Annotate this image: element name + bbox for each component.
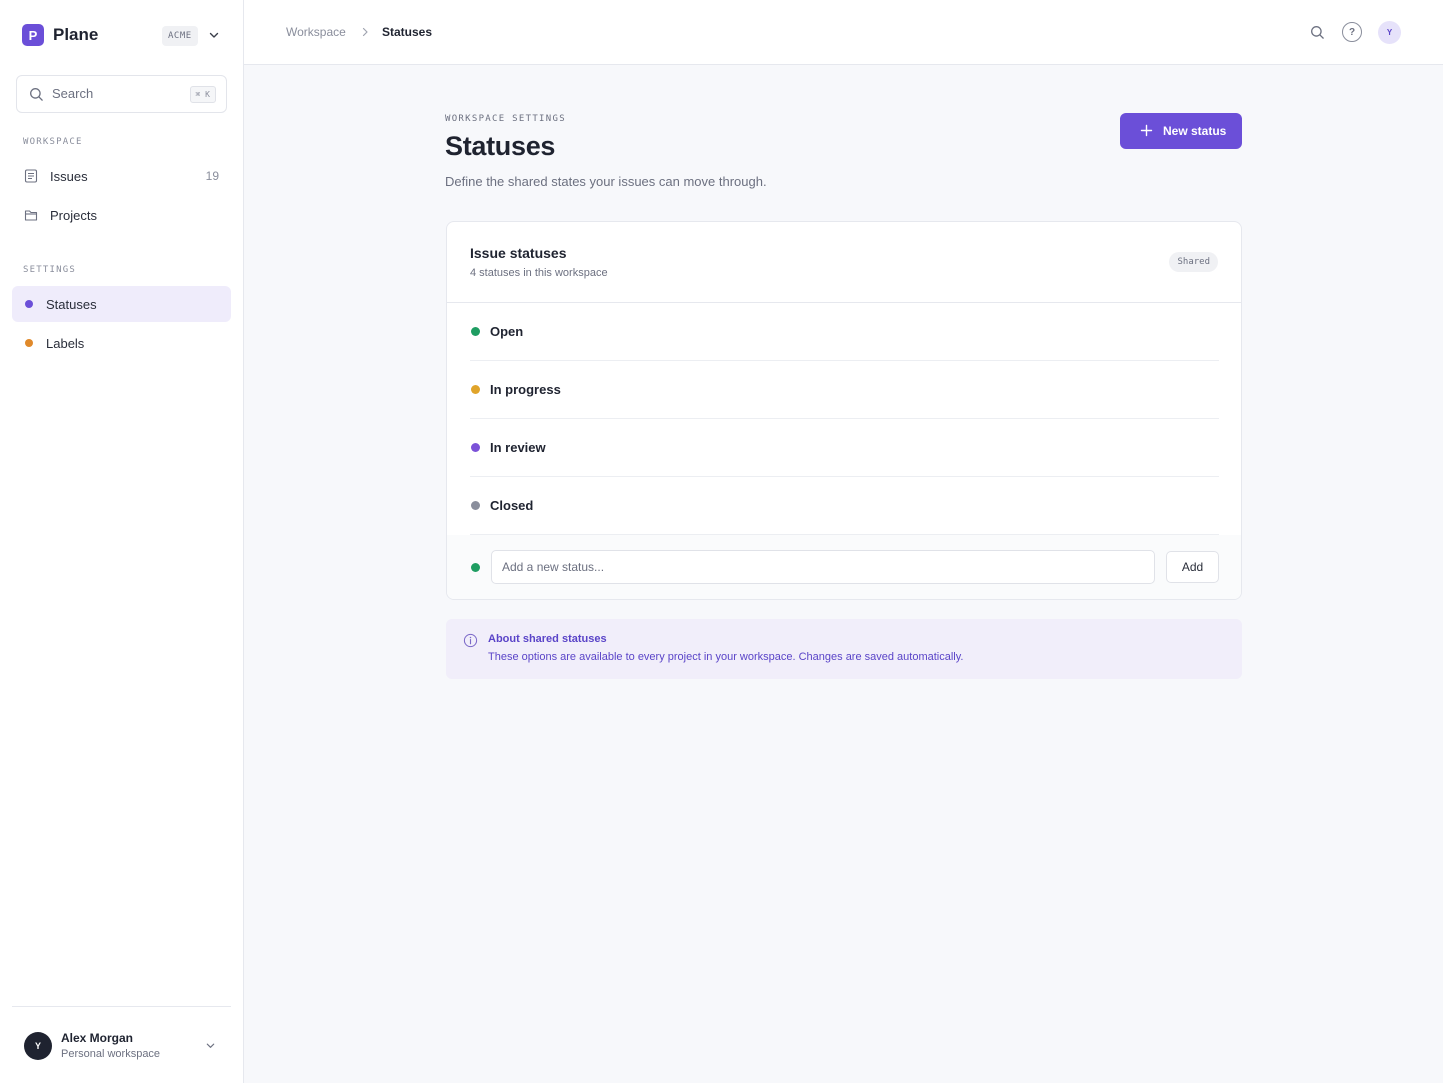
status-dot-icon: [471, 501, 480, 510]
chevron-down-icon[interactable]: [205, 1040, 216, 1051]
avatar[interactable]: Y: [1378, 21, 1401, 44]
search-input[interactable]: [52, 86, 182, 101]
info-callout: About shared statuses These options are …: [446, 619, 1242, 679]
brand-name: Plane: [53, 25, 99, 44]
brand[interactable]: P Plane ACME: [22, 24, 222, 46]
add-status-row: Add: [447, 535, 1241, 599]
page-title: Statuses: [445, 131, 556, 161]
search-icon: [30, 88, 43, 101]
status-dot-icon: [471, 327, 480, 336]
sidebar-item-label: Statuses: [46, 296, 97, 312]
sidebar-item-labels[interactable]: Labels: [12, 325, 231, 361]
workspace-badge: ACME: [162, 26, 198, 46]
search-box[interactable]: ⌘ K: [16, 75, 227, 113]
card-subtitle: 4 statuses in this workspace: [470, 267, 608, 279]
new-status-label: New status: [1163, 124, 1227, 138]
topbar: Workspace Statuses ? Y: [244, 0, 1443, 65]
labels-dot-icon: [25, 339, 33, 347]
settings-section-label: SETTINGS: [23, 265, 76, 275]
document-icon: [24, 169, 38, 183]
card-title: Issue statuses: [470, 245, 567, 261]
folder-icon: [24, 210, 38, 221]
plus-icon: [1140, 124, 1153, 137]
plane-logo-icon: P: [22, 24, 44, 46]
status-name: In review: [490, 440, 546, 455]
status-row-closed[interactable]: Closed: [470, 477, 1219, 535]
status-dot-icon: [471, 385, 480, 394]
statuses-dot-icon: [25, 300, 33, 308]
chevron-down-icon[interactable]: [208, 29, 220, 41]
user-menu[interactable]: Y Alex Morgan Personal workspace: [24, 1031, 224, 1061]
status-dot-icon: [471, 443, 480, 452]
search-shortcut: ⌘ K: [189, 86, 216, 103]
info-icon: [463, 633, 478, 648]
info-title: About shared statuses: [488, 633, 607, 645]
sidebar: P Plane ACME ⌘ K WORKSPACE Issues 19 Pro…: [0, 0, 244, 1083]
status-row-open[interactable]: Open: [470, 303, 1219, 361]
workspace-section-label: WORKSPACE: [23, 137, 83, 147]
status-name: Closed: [490, 498, 534, 513]
sidebar-item-label: Labels: [46, 335, 85, 351]
info-text: These options are available to every pro…: [488, 651, 964, 663]
status-row-in-progress[interactable]: In progress: [470, 361, 1219, 419]
new-status-button[interactable]: New status: [1120, 113, 1242, 149]
sidebar-item-statuses[interactable]: Statuses: [12, 286, 231, 322]
breadcrumb-workspace[interactable]: Workspace: [286, 25, 346, 39]
sidebar-item-label: Issues: [50, 168, 88, 184]
user-name: Alex Morgan: [61, 1031, 134, 1045]
new-status-input[interactable]: [491, 550, 1155, 584]
help-icon[interactable]: ?: [1342, 22, 1362, 42]
avatar: Y: [24, 1032, 52, 1060]
page-description: Define the shared states your issues can…: [445, 174, 767, 189]
chevron-right-icon: [362, 27, 368, 37]
page-eyebrow: WORKSPACE SETTINGS: [445, 114, 566, 124]
status-name: In progress: [490, 382, 561, 397]
issues-count: 19: [205, 169, 219, 183]
statuses-card: Issue statuses 4 statuses in this worksp…: [446, 221, 1242, 600]
search-icon[interactable]: [1310, 25, 1325, 40]
new-status-color-icon[interactable]: [471, 563, 480, 572]
sidebar-item-projects[interactable]: Projects: [12, 197, 231, 233]
add-status-button[interactable]: Add: [1166, 551, 1219, 583]
status-name: Open: [490, 324, 524, 339]
status-row-in-review[interactable]: In review: [470, 419, 1219, 477]
user-subtitle: Personal workspace: [61, 1048, 161, 1060]
sidebar-item-label: Projects: [50, 207, 97, 223]
sidebar-item-issues[interactable]: Issues 19: [12, 158, 231, 194]
divider: [12, 1006, 231, 1007]
breadcrumb-current: Statuses: [382, 25, 433, 39]
shared-badge: Shared: [1169, 252, 1218, 272]
